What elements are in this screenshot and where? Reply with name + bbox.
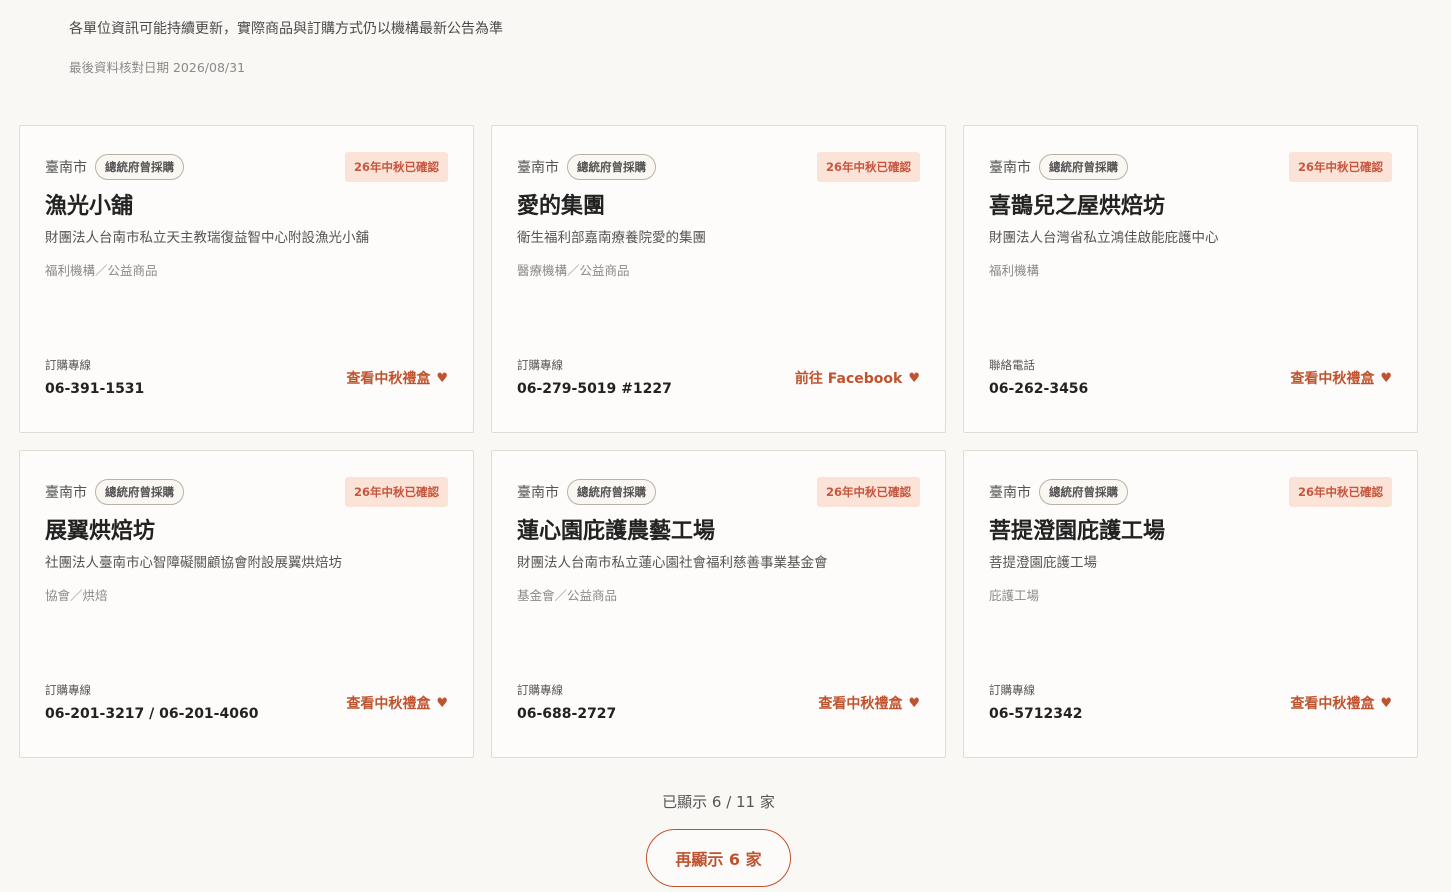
status-badge: 26年中秋已確認: [816, 477, 920, 507]
card-header: 臺南市 總統府曾採購 26年中秋已確認: [517, 477, 920, 507]
purchase-tag: 總統府曾採購: [567, 479, 656, 505]
show-more-button[interactable]: 再顯示 6 家: [646, 829, 791, 887]
city-label: 臺南市: [45, 160, 87, 176]
phone-label: 訂購專線: [517, 683, 563, 697]
status-badge: 26年中秋已確認: [816, 152, 920, 182]
card-footer: 訂購專線 06-5712342 查看中秋禮盒 ♥: [989, 682, 1392, 724]
city-label: 臺南市: [517, 160, 559, 176]
heart-icon: ♥: [1380, 370, 1392, 386]
card-header: 臺南市 總統府曾採購 26年中秋已確認: [517, 152, 920, 182]
organization-name: 財團法人台南市私立天主教瑞復益智中心附設漁光小舖: [45, 230, 369, 246]
phone-label: 訂購專線: [517, 358, 563, 372]
phone-number[interactable]: 06-279-5019 #1227: [517, 379, 672, 399]
category-label: 協會／烘焙: [45, 588, 108, 603]
card-header: 臺南市 總統府曾採購 26年中秋已確認: [45, 477, 448, 507]
vendor-name: 愛的集團: [517, 194, 606, 219]
status-badge: 26年中秋已確認: [344, 477, 448, 507]
status-badge: 26年中秋已確認: [344, 152, 448, 182]
purchase-tag: 總統府曾採購: [95, 154, 184, 180]
organization-name: 衛生福利部嘉南療養院愛的集團: [517, 230, 706, 246]
intro-section: 各單位資訊可能持續更新，實際商品與訂購方式仍以機構最新公告為準 最後資料核對日期…: [69, 18, 503, 77]
heart-icon: ♥: [436, 370, 448, 386]
phone-block: 聯絡電話 06-262-3456: [989, 357, 1088, 399]
vendor-card-grid: 臺南市 總統府曾採購 26年中秋已確認 漁光小舖 財團法人台南市私立天主教瑞復益…: [19, 125, 1418, 758]
city-label: 臺南市: [517, 485, 559, 501]
city-label: 臺南市: [45, 485, 87, 501]
card-header: 臺南市 總統府曾採購 26年中秋已確認: [989, 477, 1392, 507]
link-label: 查看中秋禮盒: [1290, 371, 1375, 387]
phone-block: 訂購專線 06-201-3217 / 06-201-4060: [45, 682, 258, 724]
phone-label: 訂購專線: [989, 683, 1035, 697]
organization-name: 財團法人台灣省私立鴻佳啟能庇護中心: [989, 230, 1219, 246]
vendor-card: 臺南市 總統府曾採購 26年中秋已確認 蓮心園庇護農藝工場 財團法人台南市私立蓮…: [491, 450, 946, 758]
link-label: 查看中秋禮盒: [346, 371, 431, 387]
vendor-name: 菩提澄園庇護工場: [989, 519, 1166, 544]
card-header: 臺南市 總統府曾採購 26年中秋已確認: [45, 152, 448, 182]
phone-block: 訂購專線 06-279-5019 #1227: [517, 357, 672, 399]
phone-number[interactable]: 06-391-1531: [45, 379, 144, 399]
last-verified-date: 最後資料核對日期 2026/08/31: [69, 60, 246, 75]
organization-name: 財團法人台南市私立蓮心園社會福利慈善事業基金會: [517, 555, 828, 571]
phone-number[interactable]: 06-262-3456: [989, 379, 1088, 399]
update-note: 各單位資訊可能持續更新，實際商品與訂購方式仍以機構最新公告為準: [69, 21, 503, 37]
phone-block: 訂購專線 06-688-2727: [517, 682, 616, 724]
vendor-name: 展翼烘焙坊: [45, 519, 156, 544]
phone-label: 訂購專線: [45, 683, 91, 697]
status-badge: 26年中秋已確認: [1288, 477, 1392, 507]
vendor-card: 臺南市 總統府曾採購 26年中秋已確認 菩提澄園庇護工場 菩提澄園庇護工場 庇護…: [963, 450, 1418, 758]
purchase-tag: 總統府曾採購: [1039, 479, 1128, 505]
shown-count: 已顯示 6 / 11 家: [662, 793, 775, 811]
category-label: 庇護工場: [989, 588, 1040, 603]
vendor-card: 臺南市 總統府曾採購 26年中秋已確認 漁光小舖 財團法人台南市私立天主教瑞復益…: [19, 125, 474, 433]
view-gift-box-link[interactable]: 查看中秋禮盒 ♥: [1290, 368, 1392, 388]
city-label: 臺南市: [989, 485, 1031, 501]
phone-number[interactable]: 06-688-2727: [517, 704, 616, 724]
heart-icon: ♥: [436, 695, 448, 711]
heart-icon: ♥: [908, 370, 920, 386]
phone-block: 訂購專線 06-391-1531: [45, 357, 144, 399]
purchase-tag: 總統府曾採購: [95, 479, 184, 505]
link-label: 查看中秋禮盒: [818, 696, 903, 712]
purchase-tag: 總統府曾採購: [1039, 154, 1128, 180]
card-footer: 訂購專線 06-688-2727 查看中秋禮盒 ♥: [517, 682, 920, 724]
link-label: 查看中秋禮盒: [346, 696, 431, 712]
organization-name: 菩提澄園庇護工場: [989, 555, 1097, 571]
card-footer: 訂購專線 06-201-3217 / 06-201-4060 查看中秋禮盒 ♥: [45, 682, 448, 724]
heart-icon: ♥: [1380, 695, 1392, 711]
heart-icon: ♥: [908, 695, 920, 711]
link-label: 查看中秋禮盒: [1290, 696, 1375, 712]
vendor-name: 蓮心園庇護農藝工場: [517, 519, 716, 544]
view-gift-box-link[interactable]: 查看中秋禮盒 ♥: [346, 693, 448, 713]
card-header: 臺南市 總統府曾採購 26年中秋已確認: [989, 152, 1392, 182]
status-badge: 26年中秋已確認: [1288, 152, 1392, 182]
view-gift-box-link[interactable]: 查看中秋禮盒 ♥: [1290, 693, 1392, 713]
category-label: 基金會／公益商品: [517, 588, 618, 603]
phone-label: 訂購專線: [45, 358, 91, 372]
card-footer: 訂購專線 06-279-5019 #1227 前往 Facebook ♥: [517, 357, 920, 399]
view-gift-box-link[interactable]: 查看中秋禮盒 ♥: [346, 368, 448, 388]
purchase-tag: 總統府曾採購: [567, 154, 656, 180]
category-label: 福利機構: [989, 263, 1040, 278]
vendor-name: 喜鵲兒之屋烘焙坊: [989, 194, 1166, 219]
card-footer: 聯絡電話 06-262-3456 查看中秋禮盒 ♥: [989, 357, 1392, 399]
phone-number[interactable]: 06-5712342: [989, 704, 1082, 724]
category-label: 福利機構／公益商品: [45, 263, 158, 278]
vendor-card: 臺南市 總統府曾採購 26年中秋已確認 展翼烘焙坊 社團法人臺南市心智障礙關顧協…: [19, 450, 474, 758]
link-label: 前往 Facebook: [794, 371, 903, 387]
card-footer: 訂購專線 06-391-1531 查看中秋禮盒 ♥: [45, 357, 448, 399]
vendor-name: 漁光小舖: [45, 194, 134, 219]
phone-number[interactable]: 06-201-3217 / 06-201-4060: [45, 704, 258, 724]
city-label: 臺南市: [989, 160, 1031, 176]
facebook-link[interactable]: 前往 Facebook ♥: [795, 368, 920, 388]
vendor-card: 臺南市 總統府曾採購 26年中秋已確認 愛的集團 衛生福利部嘉南療養院愛的集團 …: [491, 125, 946, 433]
phone-label: 聯絡電話: [989, 358, 1035, 372]
phone-block: 訂購專線 06-5712342: [989, 682, 1082, 724]
view-gift-box-link[interactable]: 查看中秋禮盒 ♥: [818, 693, 920, 713]
vendor-card: 臺南市 總統府曾採購 26年中秋已確認 喜鵲兒之屋烘焙坊 財團法人台灣省私立鴻佳…: [963, 125, 1418, 433]
organization-name: 社團法人臺南市心智障礙關顧協會附設展翼烘焙坊: [45, 555, 342, 571]
category-label: 醫療機構／公益商品: [517, 263, 630, 278]
